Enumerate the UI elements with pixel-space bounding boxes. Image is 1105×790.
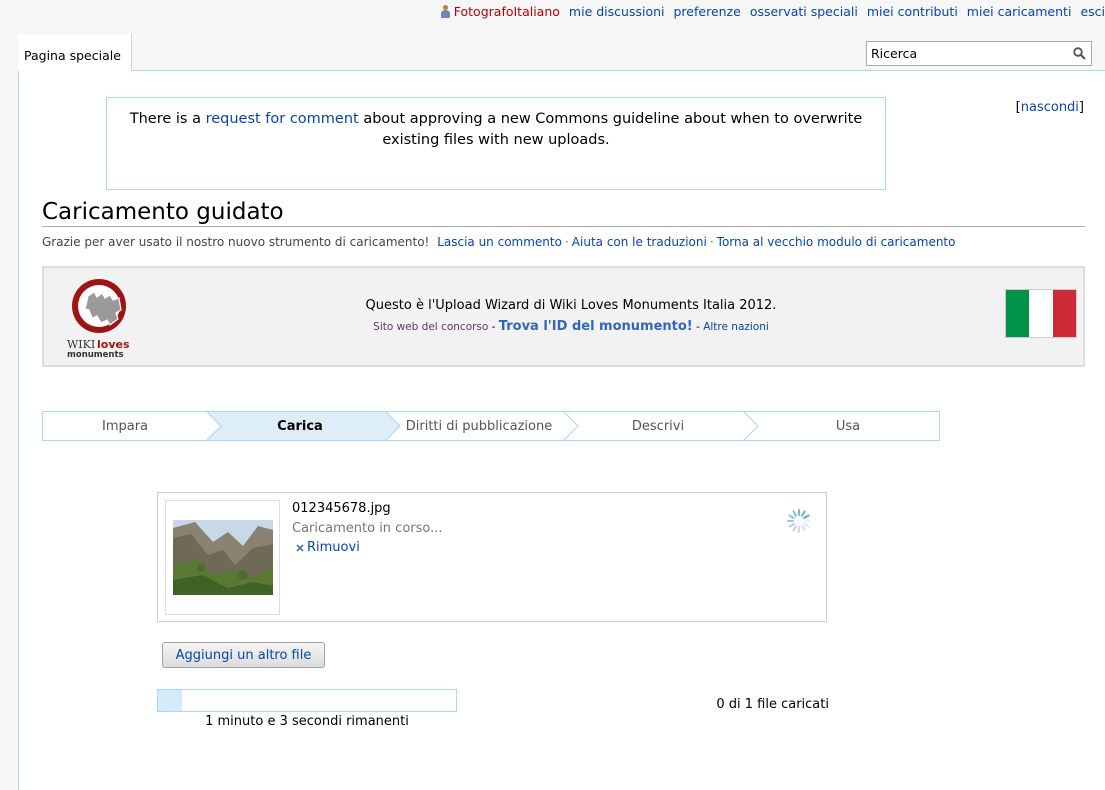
hide-notice-link[interactable]: nascondi — [1021, 100, 1079, 115]
translate-link[interactable]: Aiuta con le traduzioni — [572, 235, 707, 249]
spinner-segment — [803, 514, 810, 519]
spinner-segment — [788, 514, 795, 519]
step-use: Usa — [835, 418, 861, 434]
step-describe: Descrivi — [631, 418, 685, 434]
talk-link[interactable]: mie discussioni — [569, 4, 665, 19]
search-icon — [1072, 47, 1086, 60]
site-notice: There is a request for comment about app… — [106, 97, 886, 190]
personal-tools: FotografoItaliano mie discussioni prefer… — [440, 2, 1105, 20]
step-rights: Diritti di pubblicazione — [405, 418, 553, 434]
search-box — [866, 41, 1092, 66]
spinner-segment — [801, 525, 806, 532]
page-subtitle: Grazie per aver usato il nostro nuovo st… — [42, 235, 956, 249]
username: FotografoItaliano — [453, 3, 560, 19]
italian-flag-icon — [1005, 289, 1077, 338]
notice-text-before: There is a — [129, 111, 206, 127]
file-name: 012345678.jpg — [292, 501, 391, 516]
uploads-link[interactable]: miei caricamenti — [967, 4, 1072, 19]
spinner-segment — [792, 525, 797, 532]
spinner-segment — [788, 523, 795, 528]
file-thumbnail — [173, 520, 273, 595]
search-button[interactable] — [1067, 43, 1091, 65]
spinner-segment — [792, 510, 797, 517]
feedback-link[interactable]: Lascia un commento — [437, 235, 562, 249]
search-input[interactable] — [867, 42, 1067, 65]
content-panel: There is a request for comment about app… — [18, 71, 1105, 790]
upload-progress-bar — [157, 689, 457, 712]
time-remaining: 1 minuto e 3 secondi rimanenti — [205, 714, 409, 729]
logout-link[interactable]: esci — [1080, 4, 1105, 19]
add-another-file-button[interactable]: Aggiungi un altro file — [162, 642, 325, 668]
hide-notice: [nascondi] — [1015, 100, 1084, 115]
other-countries-link[interactable]: Altre nazioni — [703, 321, 769, 333]
remove-file-button[interactable]: Rimuovi — [296, 540, 360, 555]
upload-status: Caricamento in corso... — [292, 521, 443, 536]
remove-icon — [296, 543, 304, 552]
step-learn: Impara — [101, 418, 149, 434]
flag-green — [1006, 290, 1030, 337]
spinner-segment — [801, 510, 806, 517]
step-upload: Carica — [277, 418, 323, 434]
tab-label: Pagina speciale — [24, 48, 121, 63]
notice-text-after: about approving a new Commons guideline … — [358, 111, 863, 148]
banner-message: Questo è l'Upload Wizard di Wiki Loves M… — [365, 298, 777, 313]
files-uploaded-count: 0 di 1 file caricati — [716, 697, 829, 712]
logo-text-monuments: monuments — [67, 350, 124, 360]
flag-white — [1029, 290, 1053, 337]
tab-special-page[interactable]: Pagina speciale — [18, 34, 132, 71]
campaign-banner: WIKI loves monuments Questo è l'Upload W… — [42, 266, 1085, 367]
flag-red — [1052, 290, 1076, 337]
rfc-link[interactable]: request for comment — [206, 111, 359, 127]
contest-website-link[interactable]: Sito web del concorso — [373, 321, 488, 333]
wiki-loves-monuments-logo[interactable]: WIKI loves monuments — [66, 276, 140, 360]
user-icon — [440, 4, 451, 18]
upload-file-item: 012345678.jpg Caricamento in corso... Ri… — [157, 492, 827, 622]
old-form-link[interactable]: Torna al vecchio modulo di caricamento — [717, 235, 956, 249]
user-link[interactable]: FotografoItaliano — [440, 4, 560, 19]
watchlist-link[interactable]: osservati speciali — [750, 4, 858, 19]
banner-links: Sito web del concorso - Trova l'ID del m… — [373, 319, 769, 334]
progress-fill — [158, 690, 182, 711]
contributions-link[interactable]: miei contributi — [867, 4, 958, 19]
page-title: Caricamento guidato — [42, 199, 1085, 227]
preferences-link[interactable]: preferenze — [674, 4, 741, 19]
spinner-segment — [803, 523, 810, 528]
remove-label: Rimuovi — [307, 540, 360, 555]
subtitle-text: Grazie per aver usato il nostro nuovo st… — [42, 235, 430, 249]
loading-spinner-icon — [787, 509, 811, 533]
find-monument-id-link[interactable]: Trova l'ID del monumento! — [499, 319, 693, 334]
thumbnail-frame — [165, 500, 280, 615]
wizard-steps: Impara Carica Diritti di pubblicazione D… — [42, 411, 940, 441]
